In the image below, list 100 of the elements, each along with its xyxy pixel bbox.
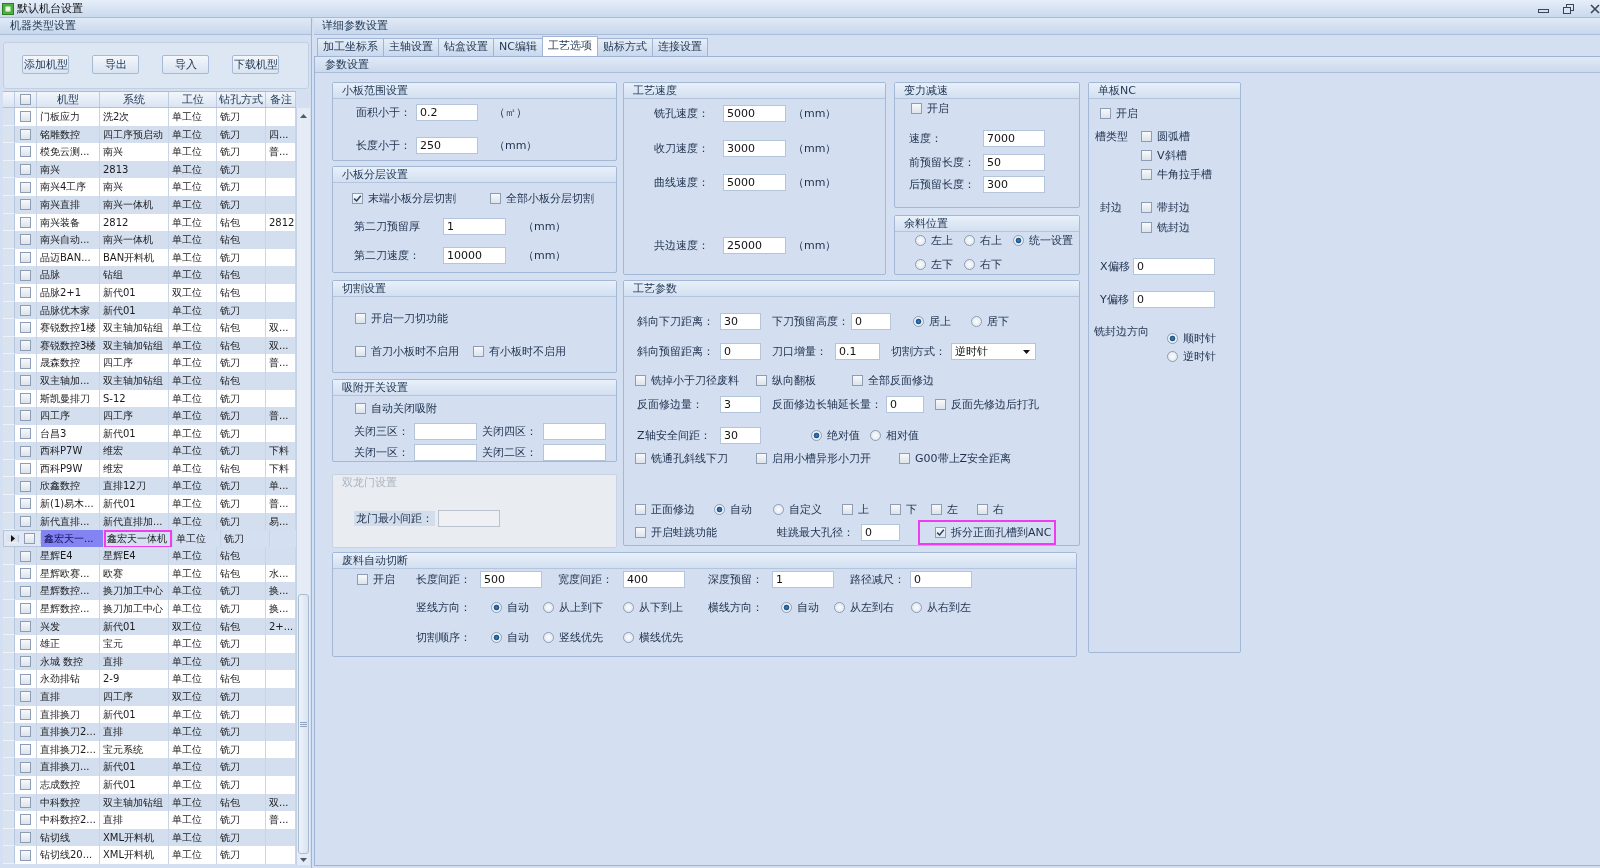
- radio-button[interactable]: [834, 602, 845, 613]
- radio-button[interactable]: [913, 316, 924, 327]
- table-row[interactable]: 星辉数控... 换刀加工中心 单工位 铣刀 换...: [3, 600, 296, 618]
- checkbox[interactable]: [756, 375, 767, 386]
- checkbox[interactable]: [931, 504, 942, 515]
- checkbox[interactable]: [935, 527, 946, 538]
- checkbox[interactable]: [20, 94, 31, 105]
- table-row[interactable]: 直排换刀... 新代01 单工位 铣刀: [3, 758, 296, 776]
- checkbox[interactable]: [935, 399, 946, 410]
- tab[interactable]: 加工坐标系: [317, 38, 384, 56]
- input-field[interactable]: 1: [443, 218, 506, 235]
- checkbox[interactable]: [20, 463, 31, 475]
- input-field[interactable]: 1: [772, 571, 834, 588]
- radio-button[interactable]: [543, 602, 554, 613]
- tab[interactable]: 主轴设置: [383, 38, 439, 56]
- scrollbar[interactable]: [296, 108, 310, 865]
- toolbar-button[interactable]: 下载机型: [232, 55, 279, 74]
- checkbox[interactable]: [20, 603, 31, 615]
- checkbox[interactable]: [20, 216, 31, 228]
- input-field[interactable]: 25000: [723, 237, 786, 254]
- checkbox[interactable]: [20, 199, 31, 211]
- input-field[interactable]: [414, 444, 477, 461]
- checkbox[interactable]: [20, 585, 31, 597]
- checkbox[interactable]: [977, 504, 988, 515]
- table-row[interactable]: 直排换刀2... 直排 单工位 铣刀: [3, 723, 296, 741]
- checkbox[interactable]: [635, 527, 646, 538]
- checkbox[interactable]: [20, 322, 31, 334]
- checkbox[interactable]: [20, 620, 31, 632]
- dropdown[interactable]: 逆时针: [951, 343, 1036, 360]
- checkbox[interactable]: [473, 346, 484, 357]
- checkbox[interactable]: [20, 568, 31, 580]
- input-field[interactable]: 30: [720, 313, 761, 330]
- checkbox[interactable]: [20, 726, 31, 738]
- table-row[interactable]: 直排 四工序 双工位 铣刀: [3, 688, 296, 706]
- checkbox[interactable]: [1141, 202, 1152, 213]
- column-header[interactable]: 钻孔方式: [217, 92, 266, 107]
- checkbox[interactable]: [899, 453, 910, 464]
- input-field[interactable]: 5000: [723, 174, 786, 191]
- checkbox[interactable]: [20, 656, 31, 668]
- table-row[interactable]: 西科P7W 维宏 单工位 铣刀 下料: [3, 442, 296, 460]
- table-row[interactable]: 雄正 宝元 单工位 铣刀: [3, 635, 296, 653]
- triangle-up-icon[interactable]: [300, 114, 307, 118]
- table-row[interactable]: 品脉 钻组 单工位 钻包: [3, 266, 296, 284]
- checkbox[interactable]: [20, 392, 31, 404]
- input-field[interactable]: [414, 423, 477, 440]
- checkbox[interactable]: [24, 533, 35, 545]
- table-row[interactable]: 南兴4工序 南兴 单工位 铣刀: [3, 178, 296, 196]
- column-header[interactable]: 机型: [37, 92, 100, 107]
- checkbox[interactable]: [635, 375, 646, 386]
- checkbox[interactable]: [20, 744, 31, 756]
- input-field[interactable]: 0.1: [835, 343, 880, 360]
- input-field[interactable]: 5000: [723, 105, 786, 122]
- restore-icon[interactable]: [1563, 3, 1574, 14]
- radio-button[interactable]: [1167, 351, 1178, 362]
- checkbox[interactable]: [20, 252, 31, 264]
- checkbox[interactable]: [355, 313, 366, 324]
- checkbox[interactable]: [1141, 131, 1152, 142]
- input-field[interactable]: 30: [720, 427, 761, 444]
- checkbox[interactable]: [20, 428, 31, 439]
- input-field[interactable]: 10000: [443, 247, 506, 264]
- checkbox[interactable]: [20, 128, 31, 140]
- checkbox[interactable]: [635, 504, 646, 515]
- radio-button[interactable]: [971, 316, 982, 327]
- radio-button[interactable]: [623, 632, 634, 643]
- table-row[interactable]: 永劲排钻 2-9 单工位 钻包: [3, 670, 296, 688]
- checkbox[interactable]: [490, 193, 501, 204]
- toolbar-button[interactable]: 添加机型: [22, 55, 69, 74]
- table-row[interactable]: 晟森数控 四工序 单工位 铣刀 普...: [3, 354, 296, 372]
- tab[interactable]: 工艺选项: [541, 36, 598, 56]
- table-row[interactable]: 南兴自动... 南兴一体机 单工位 钻包: [3, 231, 296, 249]
- table-row[interactable]: 星辉E4 星辉E4 单工位 钻包: [3, 547, 296, 565]
- checkbox[interactable]: [842, 504, 853, 515]
- checkbox[interactable]: [1141, 169, 1152, 180]
- radio-button[interactable]: [543, 632, 554, 643]
- column-header[interactable]: 备注: [266, 92, 296, 107]
- table-row[interactable]: 门板应力 洗2次 单工位 铣刀: [3, 108, 296, 126]
- input-field[interactable]: 0: [851, 313, 891, 330]
- radio-button[interactable]: [1167, 333, 1178, 344]
- radio-button[interactable]: [491, 602, 502, 613]
- input-field[interactable]: 7000: [983, 130, 1045, 147]
- radio-button[interactable]: [964, 259, 975, 270]
- table-row[interactable]: 钻切线20... XML开料机 单工位 铣刀: [3, 846, 296, 864]
- input-field[interactable]: 0: [720, 343, 761, 360]
- radio-button[interactable]: [911, 602, 922, 613]
- checkbox[interactable]: [852, 375, 863, 386]
- input-field[interactable]: [543, 423, 606, 440]
- row-header[interactable]: [7, 534, 19, 543]
- radio-button[interactable]: [1013, 235, 1024, 246]
- checkbox[interactable]: [890, 504, 901, 515]
- column-header[interactable]: 系统: [100, 92, 169, 107]
- checkbox[interactable]: [20, 304, 31, 316]
- checkbox[interactable]: [20, 796, 31, 808]
- checkbox[interactable]: [20, 445, 31, 457]
- table-row[interactable]: 四工序 四工序 单工位 铣刀 普...: [3, 407, 296, 425]
- tab[interactable]: NC编辑: [493, 38, 543, 56]
- radio-button[interactable]: [870, 430, 881, 441]
- table-row[interactable]: 星辉数控... 换刀加工中心 单工位 铣刀 换...: [3, 582, 296, 601]
- radio-button[interactable]: [781, 602, 792, 613]
- checkbox[interactable]: [20, 761, 31, 773]
- checkbox[interactable]: [20, 498, 31, 510]
